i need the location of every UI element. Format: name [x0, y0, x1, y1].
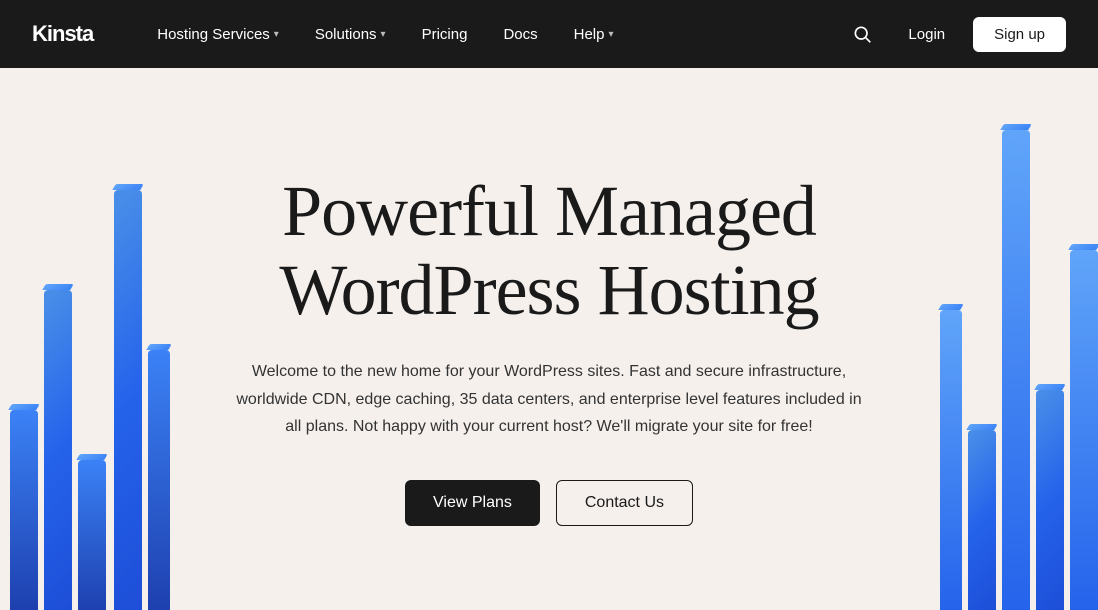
- block: [44, 290, 72, 610]
- chevron-down-icon: ▾: [381, 29, 386, 40]
- view-plans-button[interactable]: View Plans: [405, 480, 540, 526]
- block: [968, 430, 996, 610]
- nav-hosting-services[interactable]: Hosting Services ▾: [141, 18, 295, 51]
- navbar-actions: Login Sign up: [844, 16, 1066, 52]
- block: [10, 410, 38, 610]
- block: [148, 350, 170, 610]
- hero-buttons: View Plans Contact Us: [229, 480, 869, 526]
- logo-text: Kinsta: [32, 21, 93, 46]
- hero-section: Powerful Managed WordPress Hosting Welco…: [0, 68, 1098, 610]
- hero-subtitle: Welcome to the new home for your WordPre…: [229, 358, 869, 440]
- nav-pricing[interactable]: Pricing: [406, 18, 484, 51]
- logo[interactable]: Kinsta: [32, 21, 93, 47]
- login-button[interactable]: Login: [896, 18, 957, 51]
- decorative-blocks-left: [0, 68, 130, 610]
- chevron-down-icon: ▾: [608, 29, 613, 40]
- block: [1036, 390, 1064, 610]
- nav-help[interactable]: Help ▾: [558, 18, 630, 51]
- chevron-down-icon: ▾: [274, 29, 279, 40]
- block: [1070, 250, 1098, 610]
- search-button[interactable]: [844, 16, 880, 52]
- nav-menu: Hosting Services ▾ Solutions ▾ Pricing D…: [141, 18, 844, 51]
- contact-us-button[interactable]: Contact Us: [556, 480, 693, 526]
- block: [114, 190, 142, 610]
- hero-content: Powerful Managed WordPress Hosting Welco…: [209, 112, 889, 566]
- nav-docs[interactable]: Docs: [487, 18, 553, 51]
- search-icon: [852, 24, 872, 44]
- left-block-group: [0, 190, 170, 610]
- nav-solutions[interactable]: Solutions ▾: [299, 18, 402, 51]
- block: [940, 310, 962, 610]
- hero-title: Powerful Managed WordPress Hosting: [229, 172, 869, 330]
- block: [78, 460, 106, 610]
- right-block-group: [940, 130, 1098, 610]
- decorative-blocks-right: [968, 68, 1098, 610]
- block: [1002, 130, 1030, 610]
- signup-button[interactable]: Sign up: [973, 17, 1066, 52]
- navbar: Kinsta Hosting Services ▾ Solutions ▾ Pr…: [0, 0, 1098, 68]
